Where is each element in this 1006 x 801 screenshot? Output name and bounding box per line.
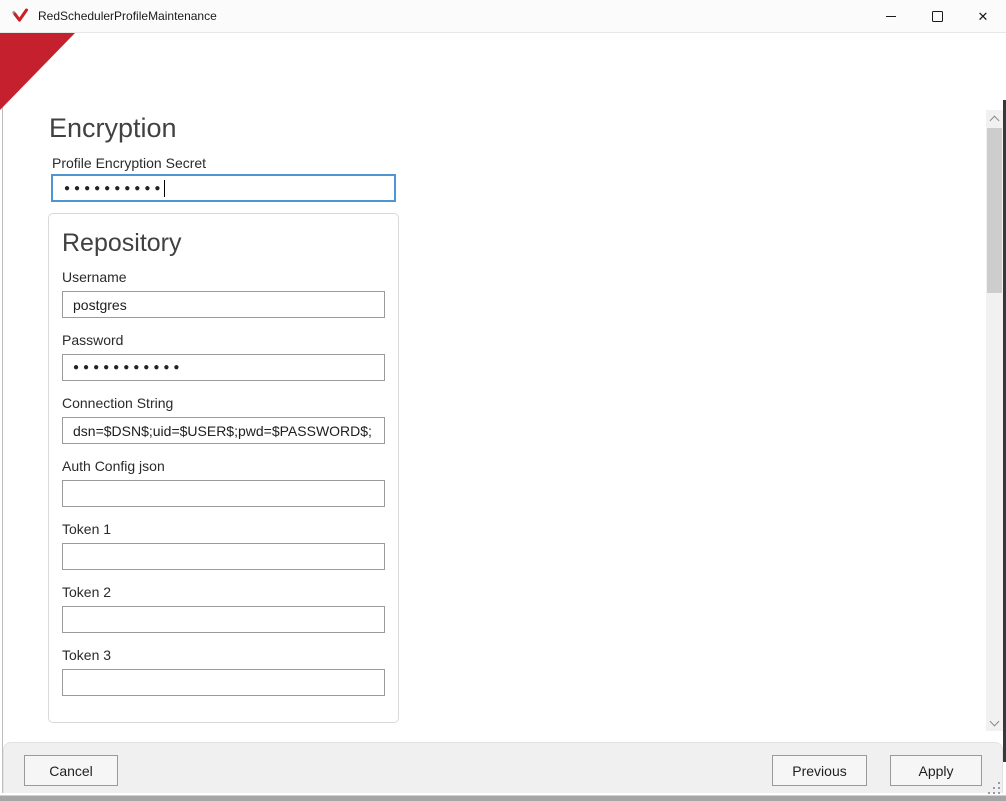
token-1-label: Token 1 [62, 521, 385, 538]
cancel-button[interactable]: Cancel [24, 755, 118, 786]
password-label: Password [62, 332, 385, 349]
scroll-down-button[interactable] [986, 714, 1003, 731]
connection-string-label: Connection String [62, 395, 385, 412]
window-bottom-edge [0, 795, 1006, 801]
connection-string-input[interactable]: dsn=$DSN$;uid=$USER$;pwd=$PASSWORD$; [62, 417, 385, 444]
repository-heading: Repository [62, 227, 385, 260]
minimize-icon [886, 16, 896, 17]
token-3-label: Token 3 [62, 647, 385, 664]
previous-button[interactable]: Previous [772, 755, 867, 786]
maximize-icon [932, 11, 943, 22]
token-1-input[interactable] [62, 543, 385, 570]
password-input[interactable]: ●●●●●●●●●●● [62, 354, 385, 381]
repository-group: Repository Username postgres Password ●●… [48, 213, 399, 723]
username-value: postgres [73, 297, 127, 313]
maximize-button[interactable] [914, 0, 960, 32]
field-group-auth-config-json: Auth Config json [62, 458, 385, 507]
app-window: RedSchedulerProfileMaintenance ✕ Encrypt… [0, 0, 1006, 801]
field-group-password: Password ●●●●●●●●●●● [62, 332, 385, 381]
footer-bar: Cancel Previous Apply [3, 742, 1003, 793]
token-3-input[interactable] [62, 669, 385, 696]
token-2-input[interactable] [62, 606, 385, 633]
apply-button[interactable]: Apply [890, 755, 982, 786]
password-masked-value: ●●●●●●●●●●● [73, 362, 183, 373]
close-button[interactable]: ✕ [960, 0, 1006, 32]
chevron-down-icon [990, 716, 1000, 726]
titlebar: RedSchedulerProfileMaintenance ✕ [0, 0, 1006, 33]
encryption-heading: Encryption [49, 113, 177, 144]
profile-encryption-secret-input[interactable]: ●●●●●●●●●● [51, 174, 396, 202]
resize-grip-icon[interactable] [987, 781, 1000, 794]
window-left-border [2, 33, 3, 793]
close-icon: ✕ [978, 10, 989, 23]
text-caret [164, 180, 165, 197]
red-corner-decoration [0, 33, 75, 110]
auth-config-json-input[interactable] [62, 480, 385, 507]
profile-encryption-secret-label: Profile Encryption Secret [52, 155, 206, 171]
auth-config-json-label: Auth Config json [62, 458, 385, 475]
connection-string-value: dsn=$DSN$;uid=$USER$;pwd=$PASSWORD$; [73, 423, 372, 439]
username-label: Username [62, 269, 385, 286]
field-group-token-3: Token 3 [62, 647, 385, 696]
username-input[interactable]: postgres [62, 291, 385, 318]
scroll-up-button[interactable] [986, 110, 1003, 127]
secret-masked-value: ●●●●●●●●●● [64, 183, 164, 194]
field-group-username: Username postgres [62, 269, 385, 318]
field-group-connection-string: Connection String dsn=$DSN$;uid=$USER$;p… [62, 395, 385, 444]
scrollbar-thumb[interactable] [987, 128, 1002, 293]
window-controls: ✕ [868, 0, 1006, 32]
field-group-token-1: Token 1 [62, 521, 385, 570]
redwood-logo-icon [11, 7, 29, 25]
field-group-token-2: Token 2 [62, 584, 385, 633]
token-2-label: Token 2 [62, 584, 385, 601]
chevron-up-icon [990, 115, 1000, 125]
vertical-scrollbar[interactable] [986, 110, 1003, 731]
minimize-button[interactable] [868, 0, 914, 32]
window-title: RedSchedulerProfileMaintenance [38, 9, 217, 23]
